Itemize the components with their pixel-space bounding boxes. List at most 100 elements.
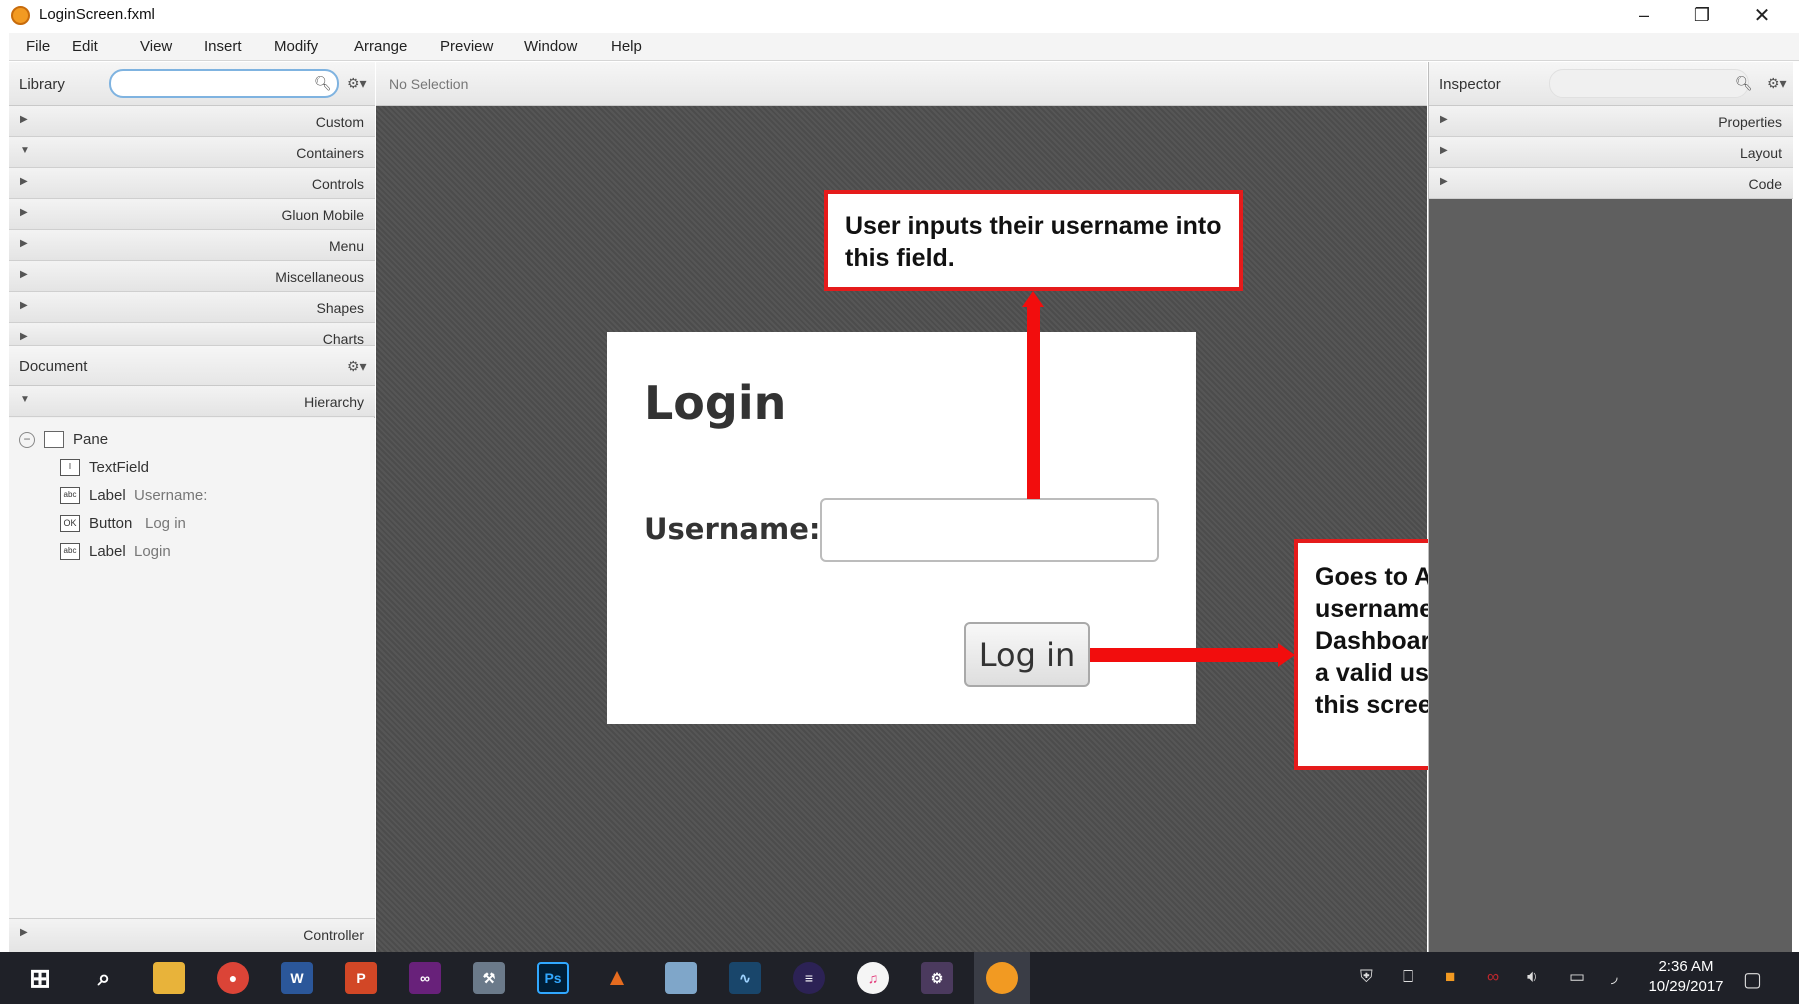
inspector-title: Inspector (1439, 76, 1501, 93)
library-search-input[interactable] (109, 69, 339, 98)
triangle-right-icon: ▶ (20, 114, 28, 125)
library-section-containers[interactable]: ▼ Containers (9, 137, 375, 168)
menu-arrange[interactable]: Arrange (354, 38, 407, 55)
triangle-right-icon: ▶ (20, 927, 28, 938)
menu-bar: File Edit View Insert Modify Arrange Pre… (9, 33, 1799, 61)
settings-icon[interactable]: ⚙ (921, 962, 953, 994)
battery-icon[interactable]: ▭ (1569, 967, 1585, 987)
inspector-search-input[interactable] (1549, 69, 1749, 98)
tree-node-textfield[interactable]: I TextField (9, 454, 375, 482)
title-bar: LoginScreen.fxml – ❐ ✕ (0, 0, 1799, 30)
windows-start-icon[interactable]: ⊞ (24, 962, 56, 994)
annotation-text: User inputs their username into this fie… (845, 212, 1222, 272)
hierarchy-tree: − Pane I TextField abc Label Username: O… (9, 418, 375, 918)
search-icon[interactable]: ⌕ (88, 962, 120, 994)
scene-builder-app-icon (11, 6, 30, 25)
powerpoint-icon[interactable]: P (345, 962, 377, 994)
login-title: Login (644, 376, 787, 430)
gear-icon[interactable]: ⚙▾ (347, 358, 367, 375)
scene-builder-icon[interactable] (986, 962, 1018, 994)
annotation-arrow-right (1090, 648, 1280, 662)
notifications-icon[interactable]: ▢ (1743, 967, 1762, 992)
tree-node-type: TextField (89, 459, 150, 476)
eclipse-icon[interactable]: ≡ (793, 962, 825, 994)
login-pane[interactable]: Login Username: Log in (607, 332, 1196, 724)
chrome-icon[interactable]: ● (217, 962, 249, 994)
hierarchy-section[interactable]: ▼ Hierarchy (9, 386, 375, 417)
menu-insert[interactable]: Insert (204, 38, 242, 55)
window-border-left (0, 30, 9, 952)
inspector-section-properties[interactable]: ▶ Properties (1429, 106, 1793, 137)
app-tray-icon[interactable]: ■ (1445, 967, 1455, 987)
menu-help[interactable]: Help (611, 38, 642, 55)
gear-icon[interactable]: ⚙▾ (1767, 75, 1787, 92)
visual-studio-icon[interactable]: ∞ (409, 962, 441, 994)
matlab-icon[interactable]: ▲ (601, 962, 633, 994)
menu-edit[interactable]: Edit (72, 38, 98, 55)
library-section-menu[interactable]: ▶ Menu (9, 230, 375, 261)
library-section-miscellaneous[interactable]: ▶ Miscellaneous (9, 261, 375, 292)
menu-preview[interactable]: Preview (440, 38, 493, 55)
triangle-down-icon: ▼ (20, 394, 30, 405)
inspector-section-layout[interactable]: ▶ Layout (1429, 137, 1793, 168)
tree-node-type: Pane (73, 431, 109, 448)
library-section-shapes[interactable]: ▶ Shapes (9, 292, 375, 323)
menu-window[interactable]: Window (524, 38, 577, 55)
inspector-panel: Inspector 🔍︎ ⚙▾ ▶ Properties ▶ Layout ▶ … (1428, 62, 1793, 952)
tree-node-value: Log in (145, 515, 186, 532)
gear-icon[interactable]: ⚙▾ (347, 75, 367, 92)
label-icon: abc (60, 543, 80, 560)
security-tray-icon[interactable]: ⛨ (1360, 967, 1373, 987)
search-icon[interactable]: 🔍︎ (1735, 75, 1753, 92)
file-explorer-icon[interactable] (153, 962, 185, 994)
clock-date[interactable]: 10/29/2017 (1640, 978, 1732, 995)
mysql-workbench-icon[interactable]: ∿ (729, 962, 761, 994)
minimize-button[interactable]: – (1615, 0, 1673, 30)
library-section-custom[interactable]: ▶ Custom (9, 106, 375, 137)
login-button[interactable]: Log in (964, 622, 1090, 687)
collapse-icon[interactable]: − (19, 432, 35, 448)
library-section-charts[interactable]: ▶ Charts (9, 323, 375, 346)
menu-modify[interactable]: Modify (274, 38, 318, 55)
tools-icon[interactable]: ⚒ (473, 962, 505, 994)
section-label: Layout (1739, 145, 1782, 161)
username-input[interactable] (820, 498, 1159, 562)
clock-time[interactable]: 2:36 AM (1646, 958, 1726, 975)
button-icon: OK (60, 515, 80, 532)
tree-node-button-login[interactable]: OK Button Log in (9, 510, 375, 538)
word-icon[interactable]: W (281, 962, 313, 994)
glasses-tray-icon[interactable]: ∞ (1487, 967, 1499, 987)
library-section-controls[interactable]: ▶ Controls (9, 168, 375, 199)
triangle-right-icon: ▶ (20, 300, 28, 311)
annotation-callout-username: User inputs their username into this fie… (824, 190, 1243, 291)
library-section-gluon-mobile[interactable]: ▶ Gluon Mobile (9, 199, 375, 230)
selection-status: No Selection (389, 76, 469, 92)
close-button[interactable]: ✕ (1733, 0, 1791, 30)
notepad-icon[interactable] (665, 962, 697, 994)
content-toolbar: No Selection (376, 62, 1427, 106)
menu-file[interactable]: File (26, 38, 50, 55)
volume-icon[interactable]: 🔉︎ (1527, 967, 1538, 987)
triangle-right-icon: ▶ (20, 238, 28, 249)
inspector-section-code[interactable]: ▶ Code (1429, 168, 1793, 199)
itunes-icon[interactable]: ♫ (857, 962, 889, 994)
maximize-button[interactable]: ❐ (1673, 0, 1731, 30)
usb-tray-icon[interactable]: ⎕ (1403, 967, 1413, 987)
tree-node-label-username[interactable]: abc Label Username: (9, 482, 375, 510)
section-label: Containers (296, 145, 364, 161)
pane-icon (44, 431, 64, 448)
label-icon: abc (60, 487, 80, 504)
document-header: Document ⚙▾ (9, 346, 375, 386)
photoshop-icon[interactable]: Ps (537, 962, 569, 994)
wifi-icon[interactable]: ◞ (1611, 967, 1618, 987)
tree-node-pane[interactable]: − Pane (9, 426, 375, 454)
section-label: Charts (322, 331, 364, 346)
inspector-header: Inspector 🔍︎ ⚙▾ (1429, 62, 1793, 106)
controller-section[interactable]: ▶ Controller (9, 918, 375, 952)
tree-node-type: Label (89, 487, 126, 504)
search-icon[interactable]: 🔍︎ (314, 75, 332, 92)
menu-view[interactable]: View (140, 38, 172, 55)
tree-node-label-login[interactable]: abc Label Login (9, 538, 375, 566)
triangle-right-icon: ▶ (20, 269, 28, 280)
section-label: Shapes (316, 300, 364, 316)
